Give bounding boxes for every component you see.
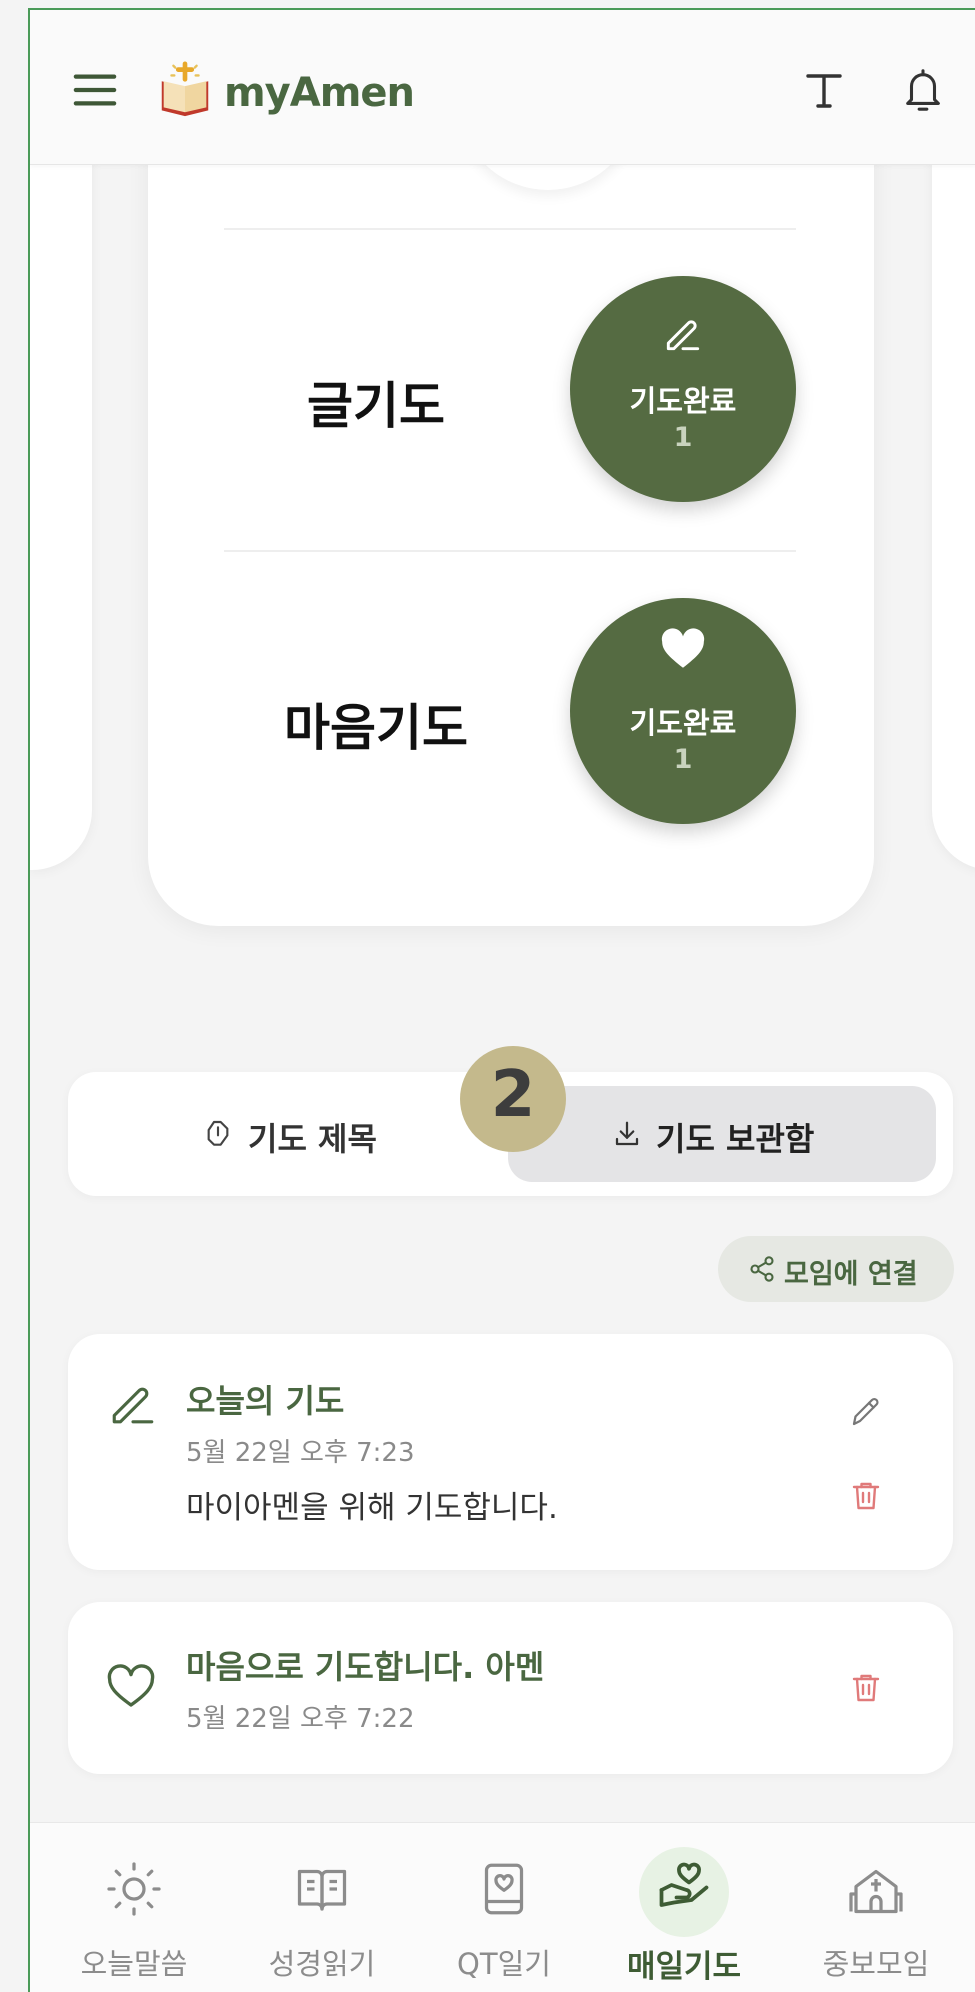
pencil-icon (112, 1387, 154, 1424)
open-book-icon (297, 1869, 347, 1911)
step-badge: 2 (460, 1046, 566, 1152)
next-card-peek[interactable] (932, 130, 975, 870)
bell-icon[interactable] (900, 66, 946, 114)
nav-label: 매일기도 (626, 1949, 742, 1985)
nav-item-qt-diary[interactable]: QT일기 (414, 1823, 594, 1992)
card-divider-1 (224, 228, 796, 230)
app-page: 글기도 기도완료 1 마음기도 기도완료 1 기도 제목 기도 보관함 2 모임… (0, 0, 975, 1992)
entry-body: 마이아멘을 위해 기도합니다. (186, 1490, 558, 1526)
prayer-hand-heart-icon (659, 1862, 709, 1907)
prayer-hands-icon (207, 1120, 229, 1146)
pencil-icon (666, 320, 700, 351)
nav-label: QT일기 (457, 1947, 551, 1981)
trash-icon[interactable] (848, 1478, 884, 1514)
trash-icon[interactable] (848, 1670, 884, 1706)
heart-icon (661, 628, 705, 668)
entry-title: 마음으로 기도합니다. 아멘 (186, 1648, 545, 1686)
entry-date: 5월 22일 오후 7:23 (186, 1438, 415, 1468)
heart-outline-icon (107, 1664, 155, 1707)
heart-prayer-complete-button[interactable]: 기도완료 1 (570, 598, 796, 824)
nav-item-intercession-group[interactable]: 중보모임 (786, 1823, 966, 1992)
nav-item-today-word[interactable]: 오늘말씀 (44, 1823, 224, 1992)
entry-title: 오늘의 기도 (186, 1382, 345, 1420)
prayer-label-written: 글기도 (307, 377, 445, 435)
menu-icon[interactable] (72, 70, 118, 110)
nav-label: 중보모임 (822, 1947, 930, 1981)
prayer-card (148, 70, 874, 926)
entry-date: 5월 22일 오후 7:22 (186, 1704, 415, 1734)
edit-icon[interactable] (848, 1394, 884, 1430)
church-icon (849, 1869, 903, 1914)
nav-item-daily-prayer[interactable]: 매일기도 (594, 1823, 774, 1992)
app-frame: 글기도 기도완료 1 마음기도 기도완료 1 기도 제목 기도 보관함 2 모임… (28, 8, 975, 1992)
prayer-entry[interactable]: 오늘의 기도 5월 22일 오후 7:23 마이아멘을 위해 기도합니다. (68, 1334, 953, 1570)
step-number: 2 (490, 1058, 536, 1132)
bottom-nav: 오늘말씀 성경읽기 QT일기 매일기도 중보모임 (30, 1822, 975, 1992)
prayer-entry[interactable]: 마음으로 기도합니다. 아멘 5월 22일 오후 7:22 (68, 1602, 953, 1774)
nav-label: 성경읽기 (268, 1947, 376, 1981)
tab-prayer-archive[interactable]: 기도 보관함 (508, 1086, 936, 1182)
prayer-label-heart: 마음기도 (284, 699, 468, 757)
tab-label: 기도 제목 (248, 1120, 377, 1158)
connect-label: 모임에 연결 (784, 1259, 918, 1290)
diary-icon (484, 1863, 524, 1915)
prayer-status: 기도완료 (629, 384, 737, 418)
nav-item-bible-reading[interactable]: 성경읽기 (232, 1823, 412, 1992)
bible-logo-icon (161, 61, 209, 117)
tab-prayer-topics[interactable]: 기도 제목 (68, 1072, 508, 1196)
app-header: myAmen (30, 10, 975, 165)
prayer-count: 1 (673, 744, 693, 775)
share-icon (750, 1256, 774, 1282)
text-size-icon[interactable] (800, 66, 848, 114)
nav-label: 오늘말씀 (80, 1947, 188, 1981)
download-icon (615, 1121, 639, 1146)
connect-group-button[interactable]: 모임에 연결 (718, 1236, 954, 1302)
app-logo-text: myAmen (224, 70, 415, 116)
written-prayer-complete-button[interactable]: 기도완료 1 (570, 276, 796, 502)
card-divider-2 (224, 550, 796, 552)
tab-label: 기도 보관함 (656, 1120, 815, 1158)
sun-icon (107, 1862, 161, 1916)
prev-card-peek[interactable] (30, 130, 92, 870)
prayer-count: 1 (673, 422, 693, 453)
prayer-status: 기도완료 (629, 706, 737, 740)
